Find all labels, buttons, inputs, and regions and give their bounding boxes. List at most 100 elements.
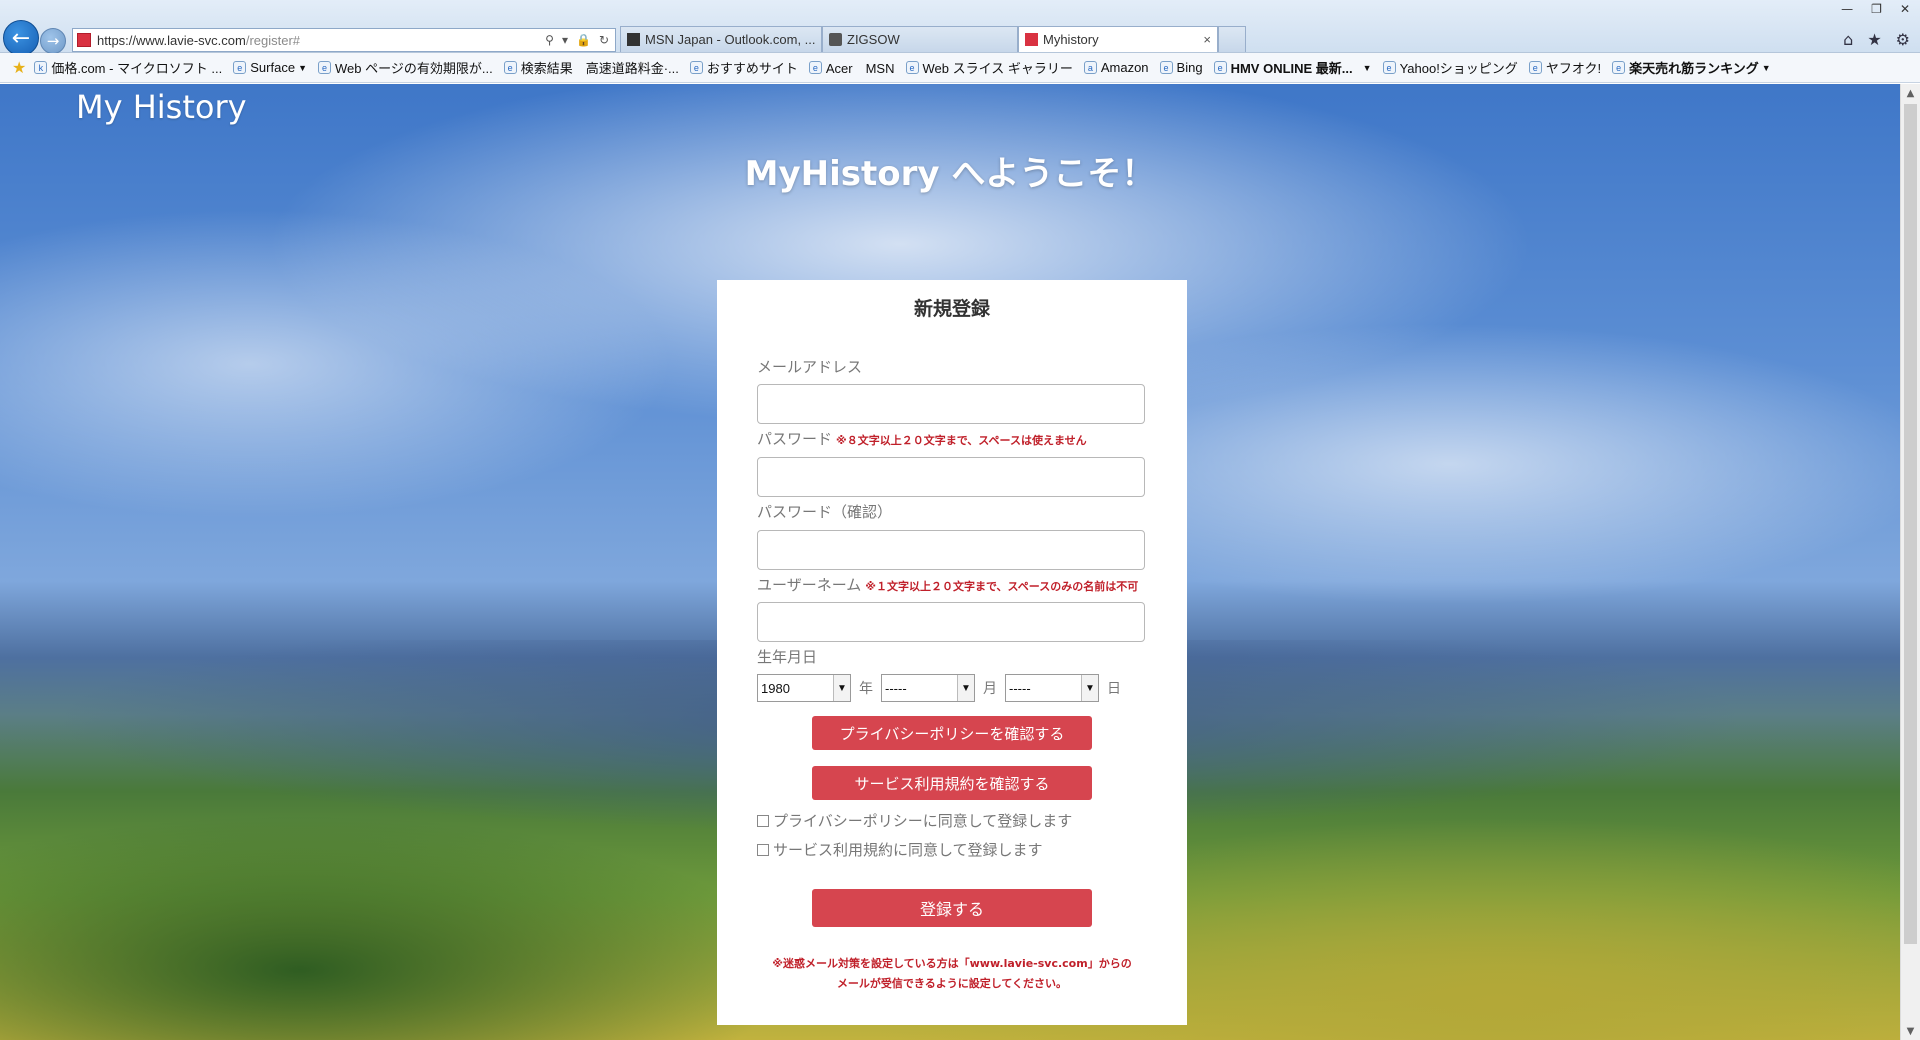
birthdate-label: 生年月日 <box>757 648 818 666</box>
chevron-down-icon: ▼ <box>957 675 974 701</box>
fav-item-recommended[interactable]: e おすすめサイト <box>689 58 798 77</box>
scroll-up-icon[interactable]: ▲ <box>1901 84 1920 102</box>
day-unit: 日 <box>1107 681 1121 697</box>
password-label-row: パスワード ※８文字以上２０文字まで、スペースは使えません <box>757 428 1087 449</box>
favorites-bar: ★ k 価格.com - マイクロソフト ... e Surface ▼ e Web ペ… <box>0 53 1920 83</box>
fav-item-yahuoku[interactable]: e ヤフオク! <box>1528 58 1602 77</box>
fav-label: 楽天売れ筋ランキング <box>1629 61 1759 76</box>
lock-icon[interactable]: 🔒 <box>576 33 591 47</box>
fav-label: Yahoo!ショッピング <box>1399 61 1518 76</box>
new-tab-button[interactable] <box>1218 26 1246 52</box>
fav-label: Web スライス ギャラリー <box>922 61 1073 76</box>
vertical-scrollbar[interactable]: ▲ ▼ <box>1900 84 1920 1040</box>
terms-agree-checkbox[interactable] <box>757 843 769 856</box>
tab-zigsow[interactable]: ZIGSOW <box>822 26 1018 52</box>
ie-page-icon: e <box>905 61 919 74</box>
terms-button[interactable]: サービス利用規約を確認する <box>812 766 1092 800</box>
puzzle-icon <box>829 33 842 46</box>
privacy-agree-checkbox[interactable] <box>757 814 769 827</box>
password-label: パスワード <box>757 430 833 448</box>
ie-page-icon: e <box>233 61 247 74</box>
birth-year-select[interactable]: 1980 ▼ <box>757 674 851 702</box>
username-label-row: ユーザーネーム ※１文字以上２０文字まで、スペースのみの名前は不可 <box>757 574 1138 595</box>
register-card: 新規登録 メールアドレス パスワード ※８文字以上２０文字まで、スペースは使えませ… <box>717 280 1187 1025</box>
fav-item-yahoo-shopping[interactable]: e Yahoo!ショッピング <box>1382 58 1518 77</box>
tab-myhistory[interactable]: Myhistory × <box>1018 26 1218 52</box>
fav-label: ヤフオク! <box>1545 61 1602 76</box>
refresh-icon[interactable]: ↻ <box>599 33 609 47</box>
birth-day-select[interactable]: ----- ▼ <box>1005 674 1099 702</box>
username-field[interactable] <box>757 602 1145 642</box>
chevron-down-icon: ▼ <box>1761 62 1771 73</box>
url-base: https://www.lavie-svc.com <box>97 32 246 48</box>
privacy-policy-button[interactable]: プライバシーポリシーを確認する <box>812 716 1092 750</box>
favorites-star-icon[interactable]: ★ <box>1867 30 1881 49</box>
chevron-down-icon: ▼ <box>298 62 307 73</box>
arrow-left-icon: ← <box>11 25 31 51</box>
day-value: ----- <box>1009 680 1031 696</box>
close-tab-icon[interactable]: × <box>1203 32 1211 47</box>
dropdown-icon[interactable]: ▾ <box>562 33 568 47</box>
url-path: /register# <box>245 32 301 48</box>
year-unit: 年 <box>859 681 873 697</box>
fav-label: Web ページの有効期限が... <box>335 61 493 76</box>
form-title: 新規登録 <box>913 298 990 320</box>
arrow-right-icon: → <box>46 32 60 50</box>
privacy-agree-row[interactable]: プライバシーポリシーに同意して登録します <box>757 810 1072 831</box>
restore-icon[interactable]: ❐ <box>1871 2 1882 16</box>
fav-label: Acer MSN <box>825 61 895 76</box>
fav-item-search[interactable]: e 検索結果 高速道路料金·... <box>503 58 679 77</box>
email-field[interactable] <box>757 384 1145 424</box>
fav-label: 価格.com - マイクロソフト ... <box>51 61 223 76</box>
fav-item-bing[interactable]: e Bing <box>1159 60 1203 75</box>
fav-item-expired[interactable]: e Web ページの有効期限が... <box>318 58 493 77</box>
minimize-icon[interactable]: — <box>1841 2 1853 16</box>
myhistory-favicon-icon <box>1025 33 1038 46</box>
scroll-thumb[interactable] <box>1904 104 1917 944</box>
chevron-down-icon: ▼ <box>1081 675 1098 701</box>
msn-favicon-icon <box>627 33 640 46</box>
username-note: ※１文字以上２０文字まで、スペースのみの名前は不可 <box>865 580 1139 593</box>
tab-title: Myhistory <box>1043 32 1099 47</box>
ie-page-icon: e <box>1159 61 1173 74</box>
year-value: 1980 <box>761 680 790 696</box>
favorites-add-icon[interactable]: ★ <box>12 58 26 78</box>
fav-label: HMV ONLINE 最新... <box>1230 61 1353 76</box>
fav-item-kakaku[interactable]: k 価格.com - マイクロソフト ... <box>34 58 222 77</box>
fav-item-rakuten[interactable]: e 楽天売れ筋ランキング ▼ <box>1612 58 1771 77</box>
fav-label: Surface <box>250 60 296 75</box>
site-logo[interactable]: My History <box>76 88 247 126</box>
ie-page-icon: e <box>1612 61 1626 74</box>
privacy-agree-label: プライバシーポリシーに同意して登録します <box>773 812 1073 830</box>
gear-icon[interactable]: ⚙ <box>1896 30 1910 49</box>
tab-msn[interactable]: MSN Japan - Outlook.com, ... <box>620 26 822 52</box>
address-bar[interactable]: https://www.lavie-svc.com/register# ⚲ ▾ … <box>72 28 616 52</box>
birth-month-select[interactable]: ----- ▼ <box>881 674 975 702</box>
close-window-icon[interactable]: ✕ <box>1900 2 1910 16</box>
terms-agree-label: サービス利用規約に同意して登録します <box>773 841 1043 859</box>
submit-register-button[interactable]: 登録する <box>812 889 1092 927</box>
home-icon[interactable]: ⌂ <box>1843 30 1853 49</box>
fav-item-hmv[interactable]: e HMV ONLINE 最新... ▼ <box>1213 58 1372 77</box>
spam-notice: ※迷惑メール対策を設定している方は「www.lavie-svc.com」からの … <box>717 954 1187 994</box>
back-button[interactable]: ← <box>3 20 39 56</box>
notice-line-2: メールが受信できるように設定してください。 <box>836 977 1068 990</box>
url-text[interactable]: https://www.lavie-svc.com/register# <box>97 33 545 48</box>
browser-titlebar: ← → https://www.lavie-svc.com/register# … <box>0 0 1920 56</box>
fav-label: Amazon <box>1100 60 1149 75</box>
fav-item-surface[interactable]: e Surface ▼ <box>233 60 307 75</box>
fav-item-amazon[interactable]: a Amazon <box>1083 60 1149 75</box>
ie-page-icon: e <box>503 61 517 74</box>
forward-button[interactable]: → <box>40 28 66 54</box>
birthdate-row: 1980 ▼ 年 ----- ▼ 月 ----- ▼ 日 <box>757 674 1129 702</box>
month-unit: 月 <box>983 681 997 697</box>
fav-item-webslice[interactable]: e Web スライス ギャラリー <box>905 58 1073 77</box>
username-label: ユーザーネーム <box>757 576 862 594</box>
search-icon[interactable]: ⚲ <box>545 33 554 47</box>
ie-page-icon: e <box>808 61 822 74</box>
password-confirm-field[interactable] <box>757 530 1145 570</box>
terms-agree-row[interactable]: サービス利用規約に同意して登録します <box>757 839 1043 860</box>
scroll-down-icon[interactable]: ▼ <box>1901 1022 1920 1040</box>
password-field[interactable] <box>757 457 1145 497</box>
fav-item-acer-msn[interactable]: e Acer MSN <box>808 58 895 77</box>
